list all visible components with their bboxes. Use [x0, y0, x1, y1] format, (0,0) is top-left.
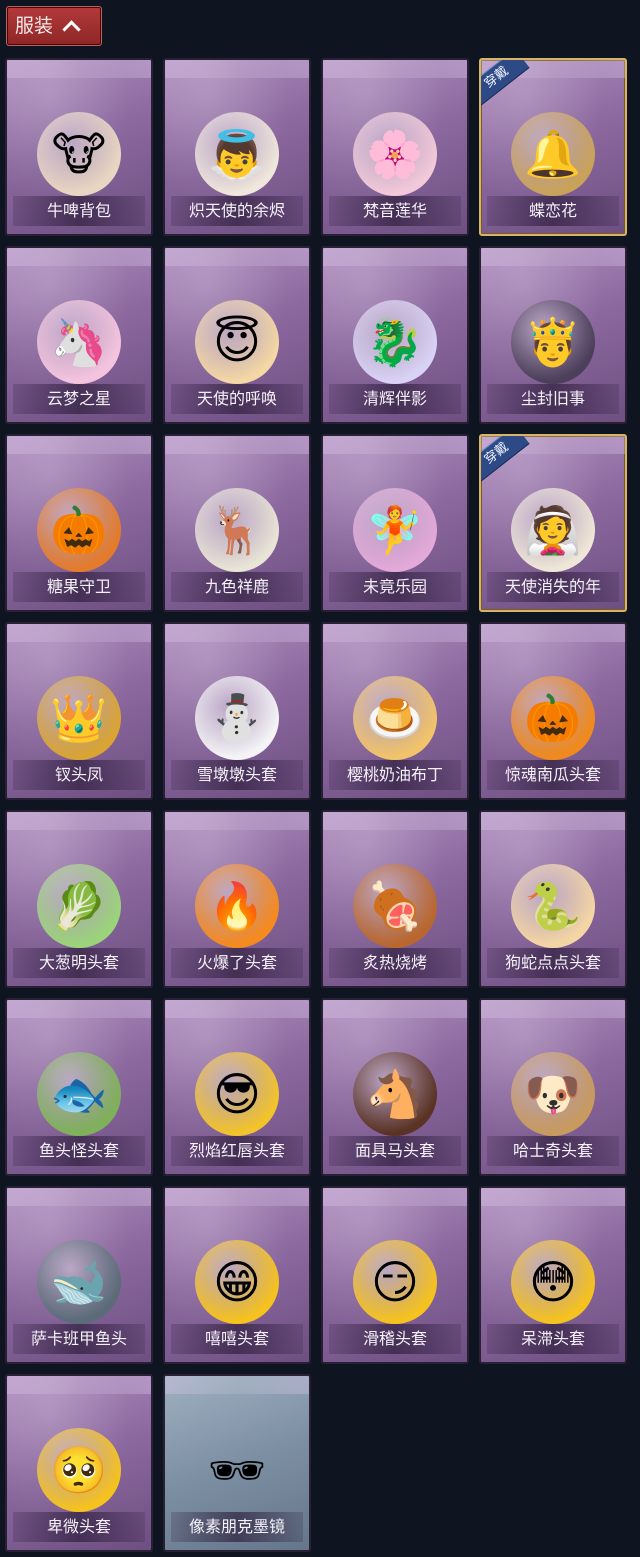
item-name: 清辉伴影: [329, 384, 461, 414]
pikachu-head-icon: 😎: [195, 1051, 279, 1136]
item-name: 未竟乐园: [329, 572, 461, 602]
item-card[interactable]: 🦄 云梦之星: [5, 246, 153, 424]
item-card[interactable]: 🐴 面具马头套: [321, 998, 469, 1176]
item-card[interactable]: 🐍 狗蛇点点头套: [479, 810, 627, 988]
sacabambaspis-icon: 🐋: [37, 1239, 121, 1324]
horse-head-icon: 🐴: [353, 1051, 437, 1136]
dazed-face-icon: 😳: [511, 1239, 595, 1324]
item-card[interactable]: 🕶 像素朋克墨镜: [163, 1374, 311, 1552]
butterfly-bell-icon: 🔔: [511, 111, 595, 196]
cow-beer-barrel-icon: 🐮: [37, 111, 121, 196]
humble-face-icon: 🥺: [37, 1427, 121, 1512]
phoenix-crown-icon: 👑: [37, 675, 121, 760]
grin-face-icon: 😁: [195, 1239, 279, 1324]
item-card[interactable]: 穿戴 👰 天使消失的年: [479, 434, 627, 612]
item-card[interactable]: 🔥 火爆了头套: [163, 810, 311, 988]
item-name: 雪墩墩头套: [171, 760, 303, 790]
item-card[interactable]: 🦌 九色祥鹿: [163, 434, 311, 612]
item-name: 狗蛇点点头套: [487, 948, 619, 978]
item-name: 面具马头套: [329, 1136, 461, 1166]
angel-girl-icon: 👼: [195, 111, 279, 196]
item-card[interactable]: 🐮 牛啤背包: [5, 58, 153, 236]
item-name: 天使消失的年: [487, 572, 619, 602]
scallion-head-icon: 🥬: [37, 863, 121, 948]
item-name: 萨卡班甲鱼头: [13, 1324, 145, 1354]
item-name: 像素朋克墨镜: [171, 1512, 303, 1542]
fairy-girl-icon: 🧚: [353, 487, 437, 572]
item-card[interactable]: 穿戴 🔔 蝶恋花: [479, 58, 627, 236]
item-card[interactable]: 😁 嘻嘻头套: [163, 1186, 311, 1364]
item-name: 樱桃奶油布丁: [329, 760, 461, 790]
funny-face-icon: 😏: [353, 1239, 437, 1324]
fish-head-icon: 🐟: [37, 1051, 121, 1136]
husky-head-icon: 🐶: [511, 1051, 595, 1136]
chevron-up-icon[interactable]: [62, 19, 81, 39]
item-name: 滑稽头套: [329, 1324, 461, 1354]
item-name: 嘻嘻头套: [171, 1324, 303, 1354]
item-card[interactable]: 😏 滑稽头套: [321, 1186, 469, 1364]
item-card[interactable]: ⛄ 雪墩墩头套: [163, 622, 311, 800]
equipped-badge: 穿戴: [481, 436, 530, 484]
category-tab-clothing[interactable]: 服装: [6, 6, 102, 46]
deer-icon: 🦌: [195, 487, 279, 572]
item-card[interactable]: 🐉 清辉伴影: [321, 246, 469, 424]
item-card[interactable]: 😇 天使的呼唤: [163, 246, 311, 424]
item-card[interactable]: 🤴 尘封旧事: [479, 246, 627, 424]
item-name: 烈焰红唇头套: [171, 1136, 303, 1166]
item-card[interactable]: 🥬 大葱明头套: [5, 810, 153, 988]
pumpkin-head-icon: 🎃: [511, 675, 595, 760]
item-name: 牛啤背包: [13, 196, 145, 226]
pixel-sunglasses-icon: 🕶: [207, 1442, 267, 1497]
lotus-girl-icon: 🌸: [353, 111, 437, 196]
item-name: 炽天使的余烬: [171, 196, 303, 226]
item-name: 九色祥鹿: [171, 572, 303, 602]
item-name: 卑微头套: [13, 1512, 145, 1542]
dark-prince-icon: 🤴: [511, 299, 595, 384]
item-card[interactable]: 🍖 炙热烧烤: [321, 810, 469, 988]
item-card[interactable]: 🎃 惊魂南瓜头套: [479, 622, 627, 800]
item-card[interactable]: 🎃 糖果守卫: [5, 434, 153, 612]
item-name: 呆滞头套: [487, 1324, 619, 1354]
item-name: 钗头凤: [13, 760, 145, 790]
snake-head-icon: 🐍: [511, 863, 595, 948]
item-name: 火爆了头套: [171, 948, 303, 978]
veiled-angel-icon: 👰: [511, 487, 595, 572]
pudding-icon: 🍮: [353, 675, 437, 760]
equipped-badge: 穿戴: [481, 60, 530, 108]
item-name: 尘封旧事: [487, 384, 619, 414]
category-tab-label: 服装: [15, 15, 54, 37]
item-name: 大葱明头套: [13, 948, 145, 978]
unicorn-icon: 🦄: [37, 299, 121, 384]
item-card[interactable]: 🥺 卑微头套: [5, 1374, 153, 1552]
item-card[interactable]: 😎 烈焰红唇头套: [163, 998, 311, 1176]
item-name: 蝶恋花: [487, 196, 619, 226]
item-name: 糖果守卫: [13, 572, 145, 602]
item-card[interactable]: 🧚 未竟乐园: [321, 434, 469, 612]
dragon-girl-icon: 🐉: [353, 299, 437, 384]
item-name: 天使的呼唤: [171, 384, 303, 414]
pumpkin-scarecrow-icon: 🎃: [37, 487, 121, 572]
item-card[interactable]: 👑 钗头凤: [5, 622, 153, 800]
item-name: 惊魂南瓜头套: [487, 760, 619, 790]
item-grid: 🐮 牛啤背包 👼 炽天使的余烬 🌸 梵音莲华 穿戴 🔔 蝶恋花 🦄 云梦之星 😇 天使的呼唤 🐉 清辉伴影 🤴…: [5, 58, 627, 1552]
bbq-meat-icon: 🍖: [353, 863, 437, 948]
item-name: 云梦之星: [13, 384, 145, 414]
item-card[interactable]: 🌸 梵音莲华: [321, 58, 469, 236]
item-card[interactable]: 🐋 萨卡班甲鱼头: [5, 1186, 153, 1364]
item-card[interactable]: 🐶 哈士奇头套: [479, 998, 627, 1176]
item-name: 鱼头怪头套: [13, 1136, 145, 1166]
snowman-head-icon: ⛄: [195, 675, 279, 760]
fire-head-icon: 🔥: [195, 863, 279, 948]
item-name: 炙热烧烤: [329, 948, 461, 978]
item-name: 哈士奇头套: [487, 1136, 619, 1166]
item-name: 梵音莲华: [329, 196, 461, 226]
item-card[interactable]: 😳 呆滞头套: [479, 1186, 627, 1364]
angel-boy-icon: 😇: [195, 299, 279, 384]
item-card[interactable]: 👼 炽天使的余烬: [163, 58, 311, 236]
item-card[interactable]: 🐟 鱼头怪头套: [5, 998, 153, 1176]
item-card[interactable]: 🍮 樱桃奶油布丁: [321, 622, 469, 800]
